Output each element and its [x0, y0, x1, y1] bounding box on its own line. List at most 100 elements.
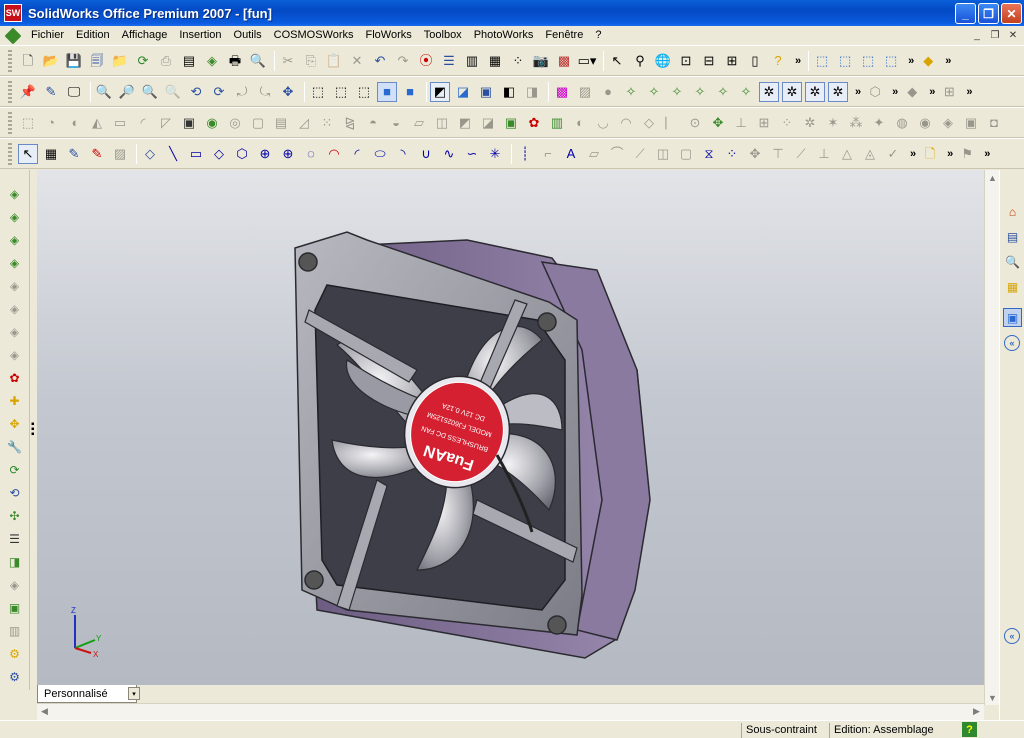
toolbar-overflow-icon[interactable]: »	[945, 55, 951, 67]
disabled-d-icon[interactable]: ◈	[5, 345, 24, 364]
menu-photoworks[interactable]: PhotoWorks	[468, 26, 540, 45]
tile-icon[interactable]: ⊟	[699, 51, 719, 71]
menu-help[interactable]: ?	[589, 26, 607, 45]
fit-icon[interactable]: ⊡	[676, 51, 696, 71]
layers-icon[interactable]: ▥	[462, 51, 482, 71]
window-icon[interactable]: ▭▾	[577, 51, 597, 71]
design-library-icon[interactable]: ▤	[1003, 227, 1022, 246]
new-assembly-icon[interactable]: ◈	[5, 230, 24, 249]
mirror-icon[interactable]: ⧎	[340, 113, 360, 133]
box-icon[interactable]: ⬡	[865, 82, 885, 102]
restore-button[interactable]: ❐	[978, 3, 999, 24]
mdi-restore-button[interactable]: ❐	[988, 28, 1002, 42]
zoom-in-out-icon[interactable]: 🔍	[140, 82, 160, 102]
open-recent-icon[interactable]: 📁	[110, 51, 130, 71]
disabled-e-icon[interactable]: ◈	[5, 575, 24, 594]
disabled-f-icon[interactable]: ▥	[5, 621, 24, 640]
ruler-icon[interactable]: ◆	[918, 51, 938, 71]
sweep-icon[interactable]: ◖	[64, 113, 84, 133]
view-front-icon[interactable]: ⬚	[812, 51, 832, 71]
configuration-tab[interactable]: Personnalisé	[37, 685, 137, 703]
component2-icon[interactable]: ✲	[782, 81, 802, 102]
menu-edition[interactable]: Edition	[70, 26, 116, 45]
scroll-down-icon[interactable]: ▼	[986, 691, 999, 704]
smart-mates-icon[interactable]: ✚	[5, 391, 24, 410]
print-icon[interactable]: 🖶	[225, 51, 245, 71]
menu-cosmosworks[interactable]: COSMOSWorks	[268, 26, 360, 45]
rebuild-icon[interactable]: ⟳	[133, 51, 153, 71]
trim-icon[interactable]: ⌒	[607, 144, 627, 164]
file-explorer-icon[interactable]: 🔍	[1003, 252, 1022, 271]
expand-pane-icon[interactable]: «	[1004, 335, 1020, 351]
camera-icon[interactable]: 📷	[531, 51, 551, 71]
pattern-component-icon[interactable]: ▣	[5, 598, 24, 617]
zoom-fit-icon[interactable]: 🔍	[94, 82, 114, 102]
feature-b-icon[interactable]: ✲	[800, 113, 820, 133]
clearance-icon[interactable]: ☰	[5, 529, 24, 548]
solidworks-logo-icon[interactable]: SW	[4, 4, 22, 22]
collision-icon[interactable]: ✣	[5, 506, 24, 525]
menu-affichage[interactable]: Affichage	[116, 26, 174, 45]
shape-icon[interactable]: ◒	[386, 113, 406, 133]
feature-f-icon[interactable]: ◍	[892, 113, 912, 133]
relation-icon[interactable]: ⊥	[814, 144, 834, 164]
component3-icon[interactable]: ✲	[805, 81, 825, 102]
centerline-icon[interactable]: ┊	[515, 144, 535, 164]
rotate-sketch-icon[interactable]: ⊤	[768, 144, 788, 164]
toolbar-overflow-icon[interactable]: »	[966, 86, 972, 98]
cut-icon[interactable]: ✂	[278, 51, 298, 71]
menu-outils[interactable]: Outils	[228, 26, 268, 45]
plane-sketch-icon[interactable]: ▱	[584, 144, 604, 164]
wireframe-icon[interactable]: ⬚	[308, 82, 328, 102]
insert-components-icon[interactable]: ◈	[5, 184, 24, 203]
texture-icon[interactable]: ▨	[575, 82, 595, 102]
perspective-icon[interactable]: ◩	[430, 81, 450, 102]
scroll-left-icon[interactable]: ◀	[38, 705, 51, 718]
point-icon[interactable]: ⊙	[685, 113, 705, 133]
smart-fastener-icon[interactable]: ▣	[501, 113, 521, 133]
sensor-icon[interactable]: ⚙	[5, 667, 24, 686]
realview-icon[interactable]: ◧	[499, 82, 519, 102]
hide-show-icon[interactable]: ▥	[547, 113, 567, 133]
mate2-icon[interactable]: ✧	[644, 82, 664, 102]
feature-e-icon[interactable]: ✦	[869, 113, 889, 133]
paste-icon[interactable]: 📋	[324, 51, 344, 71]
line-icon[interactable]: ╲	[163, 144, 183, 164]
feature-j-icon[interactable]: ◘	[984, 113, 1004, 133]
pan-icon[interactable]: ✥	[278, 82, 298, 102]
display-icon[interactable]: 🖵	[64, 82, 84, 102]
move-left-icon[interactable]: ✥	[5, 414, 24, 433]
toolbar-overflow-icon[interactable]: »	[795, 55, 801, 67]
select-icon[interactable]: ↖	[607, 51, 627, 71]
hidden-lines-visible-icon[interactable]: ⬚	[331, 82, 351, 102]
vertical-scrollbar[interactable]: ▲ ▼	[984, 170, 999, 705]
note-icon[interactable]: 🗋	[920, 144, 940, 164]
dome-icon[interactable]: ◓	[363, 113, 383, 133]
centerpoint-arc-icon[interactable]: ◌	[301, 144, 321, 164]
zoom-preview-icon[interactable]: 🔍	[248, 51, 268, 71]
repair-icon[interactable]: ◬	[860, 144, 880, 164]
insert-component-icon[interactable]: ◉	[202, 113, 222, 133]
splitter-grip-icon[interactable]: ▪ ▪ ▪	[31, 420, 35, 440]
sphere-icon[interactable]: ●	[598, 82, 618, 102]
delete-icon[interactable]: ✕	[347, 51, 367, 71]
partial-ellipse-icon[interactable]: ◝	[393, 144, 413, 164]
minimize-button[interactable]: _	[955, 3, 976, 24]
sketch-grid-icon[interactable]: ▦	[41, 144, 61, 164]
properties-icon[interactable]: ▤	[179, 51, 199, 71]
zoom-area-icon[interactable]: 🔎	[117, 82, 137, 102]
loft-icon[interactable]: ◭	[87, 113, 107, 133]
expand-pane-bottom-icon[interactable]: «	[1004, 628, 1020, 644]
feature-h-icon[interactable]: ◈	[938, 113, 958, 133]
sketch-icon[interactable]: ✎	[64, 144, 84, 164]
scroll-up-icon[interactable]: ▲	[986, 171, 999, 184]
camera-view-icon[interactable]: ◨	[522, 82, 542, 102]
globe-icon[interactable]: 🌐	[653, 51, 673, 71]
help-bubble-icon[interactable]: ?	[768, 51, 788, 71]
shaded-edges-icon[interactable]: ■	[377, 81, 397, 102]
traffic-light-icon[interactable]: ⦿	[416, 51, 436, 71]
hole-icon[interactable]: ◎	[225, 113, 245, 133]
pattern-icon[interactable]: ⁙	[317, 113, 337, 133]
turn-icon[interactable]: ⤾	[232, 82, 252, 102]
smart-dimension-icon[interactable]: ◇	[140, 144, 160, 164]
